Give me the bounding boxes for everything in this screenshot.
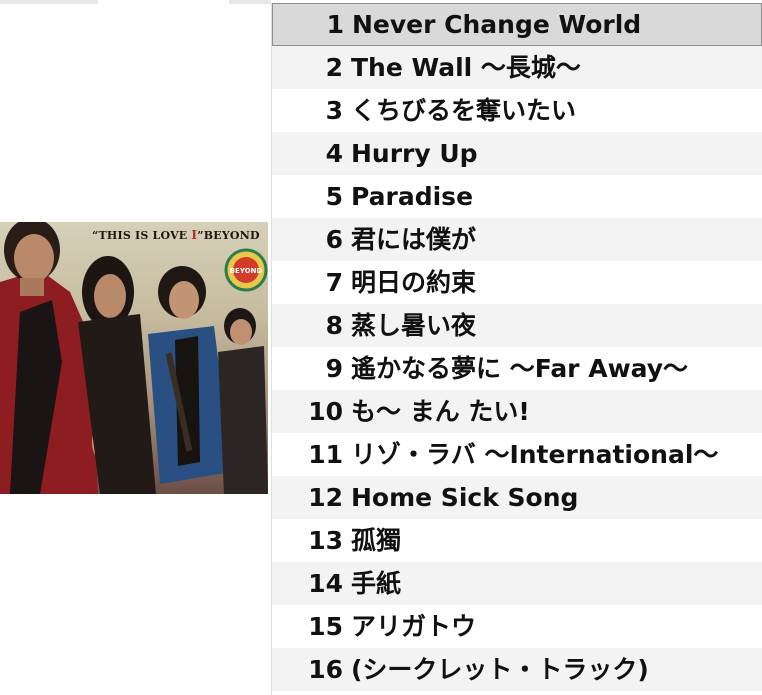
track-row[interactable]: 13 孤獨: [272, 519, 762, 562]
track-number: 13: [308, 526, 343, 555]
svg-text:BEYOND: BEYOND: [230, 267, 263, 275]
track-number: 5: [325, 182, 343, 211]
track-number: 1: [326, 10, 344, 39]
track-row[interactable]: 1 Never Change World: [272, 3, 762, 46]
track-row[interactable]: 9 遙かなる夢に ～Far Away～: [272, 347, 762, 390]
track-title: (シークレット・トラック): [351, 655, 649, 684]
track-number: 10: [308, 397, 343, 426]
track-title: Paradise: [351, 182, 474, 211]
track-title: 孤獨: [351, 526, 402, 555]
track-number: 2: [325, 53, 343, 82]
track-row[interactable]: 15 アリガトウ: [272, 605, 762, 648]
album-cover-title: “THIS IS LOVE I”BEYOND: [92, 228, 260, 242]
track-title: Never Change World: [352, 10, 642, 39]
track-title: 君には僕が: [351, 225, 477, 254]
track-row[interactable]: 12 Home Sick Song: [272, 476, 762, 519]
track-row[interactable]: 10 も～ まん たい!: [272, 390, 762, 433]
tab-indicator-left: [0, 0, 98, 4]
track-title: 明日の約束: [351, 268, 477, 297]
track-list: 1 Never Change World 2 The Wall ～長城～ 3 くちびるを奪…: [271, 3, 762, 695]
track-title: リゾ・ラバ ～International～: [351, 440, 719, 469]
track-title: 蒸し暑い夜: [351, 311, 477, 340]
track-title: くちびるを奪いたい: [351, 96, 577, 125]
track-number: 12: [308, 483, 343, 512]
track-row[interactable]: 11 リゾ・ラバ ～International～: [272, 433, 762, 476]
track-number: 9: [325, 354, 343, 383]
track-number: 14: [308, 569, 343, 598]
album-cover-art: BEYOND: [0, 222, 268, 494]
track-title: も～ まん たい!: [351, 397, 530, 426]
track-number: 11: [308, 440, 343, 469]
track-row[interactable]: 3 くちびるを奪いたい: [272, 89, 762, 132]
track-row[interactable]: 8 蒸し暑い夜: [272, 304, 762, 347]
track-title: アリガトウ: [351, 612, 477, 641]
track-number: 4: [325, 139, 343, 168]
tab-indicator-right: [229, 0, 271, 4]
track-row[interactable]: 16 (シークレット・トラック): [272, 648, 762, 691]
track-number: 7: [325, 268, 343, 297]
track-number: 6: [325, 225, 343, 254]
track-number: 8: [325, 311, 343, 340]
track-number: 3: [325, 96, 343, 125]
track-title: The Wall ～長城～: [351, 53, 581, 82]
track-row[interactable]: 14 手紙: [272, 562, 762, 605]
track-row[interactable]: 5 Paradise: [272, 175, 762, 218]
album-cover: BEYOND “THIS IS LOVE I”BEYOND: [0, 222, 268, 494]
track-row[interactable]: 4 Hurry Up: [272, 132, 762, 175]
track-number: 16: [308, 655, 343, 684]
track-title: Home Sick Song: [351, 483, 579, 512]
track-row[interactable]: 2 The Wall ～長城～: [272, 46, 762, 89]
track-title: 手紙: [351, 569, 402, 598]
track-row[interactable]: 6 君には僕が: [272, 218, 762, 261]
track-title: 遙かなる夢に ～Far Away～: [351, 354, 689, 383]
track-title: Hurry Up: [351, 139, 478, 168]
track-number: 15: [308, 612, 343, 641]
track-row[interactable]: 7 明日の約束: [272, 261, 762, 304]
